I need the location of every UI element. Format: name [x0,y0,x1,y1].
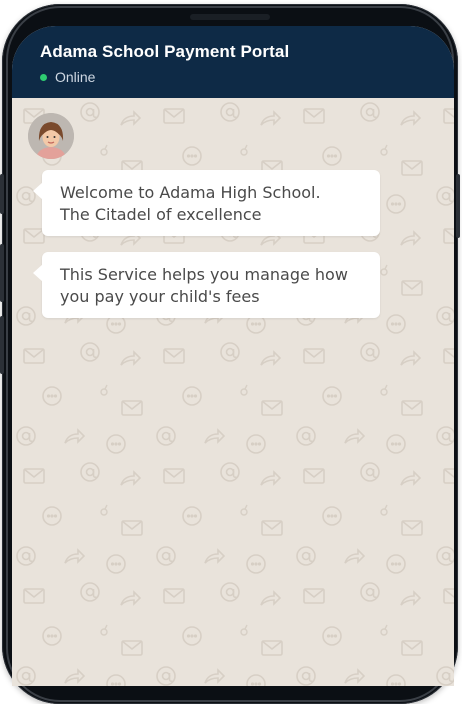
chat-message: This Service helps you manage how you pa… [33,252,380,318]
chat-header: Adama School Payment Portal Online [12,26,454,98]
volume-up-button [0,244,4,302]
status-text: Online [55,69,96,85]
status-row: Online [40,69,454,85]
speaker-grille [190,14,270,20]
mute-switch [0,174,4,214]
message-line: you pay your child's fees [60,287,260,306]
chat-screen: Adama School Payment Portal Online Welco… [12,26,454,686]
power-button [456,174,460,238]
message-line: This Service helps you manage how [60,265,348,284]
chat-title: Adama School Payment Portal [40,42,290,61]
chat-message: Welcome to Adama High School. The Citade… [33,170,380,236]
phone-frame: Adama School Payment Portal Online Welco… [0,4,460,704]
message-line: The Citadel of excellence [60,205,262,224]
bot-avatar-icon [28,113,74,159]
volume-down-button [0,316,4,374]
online-dot-icon [40,73,47,81]
message-line: Welcome to Adama High School. [60,183,321,202]
